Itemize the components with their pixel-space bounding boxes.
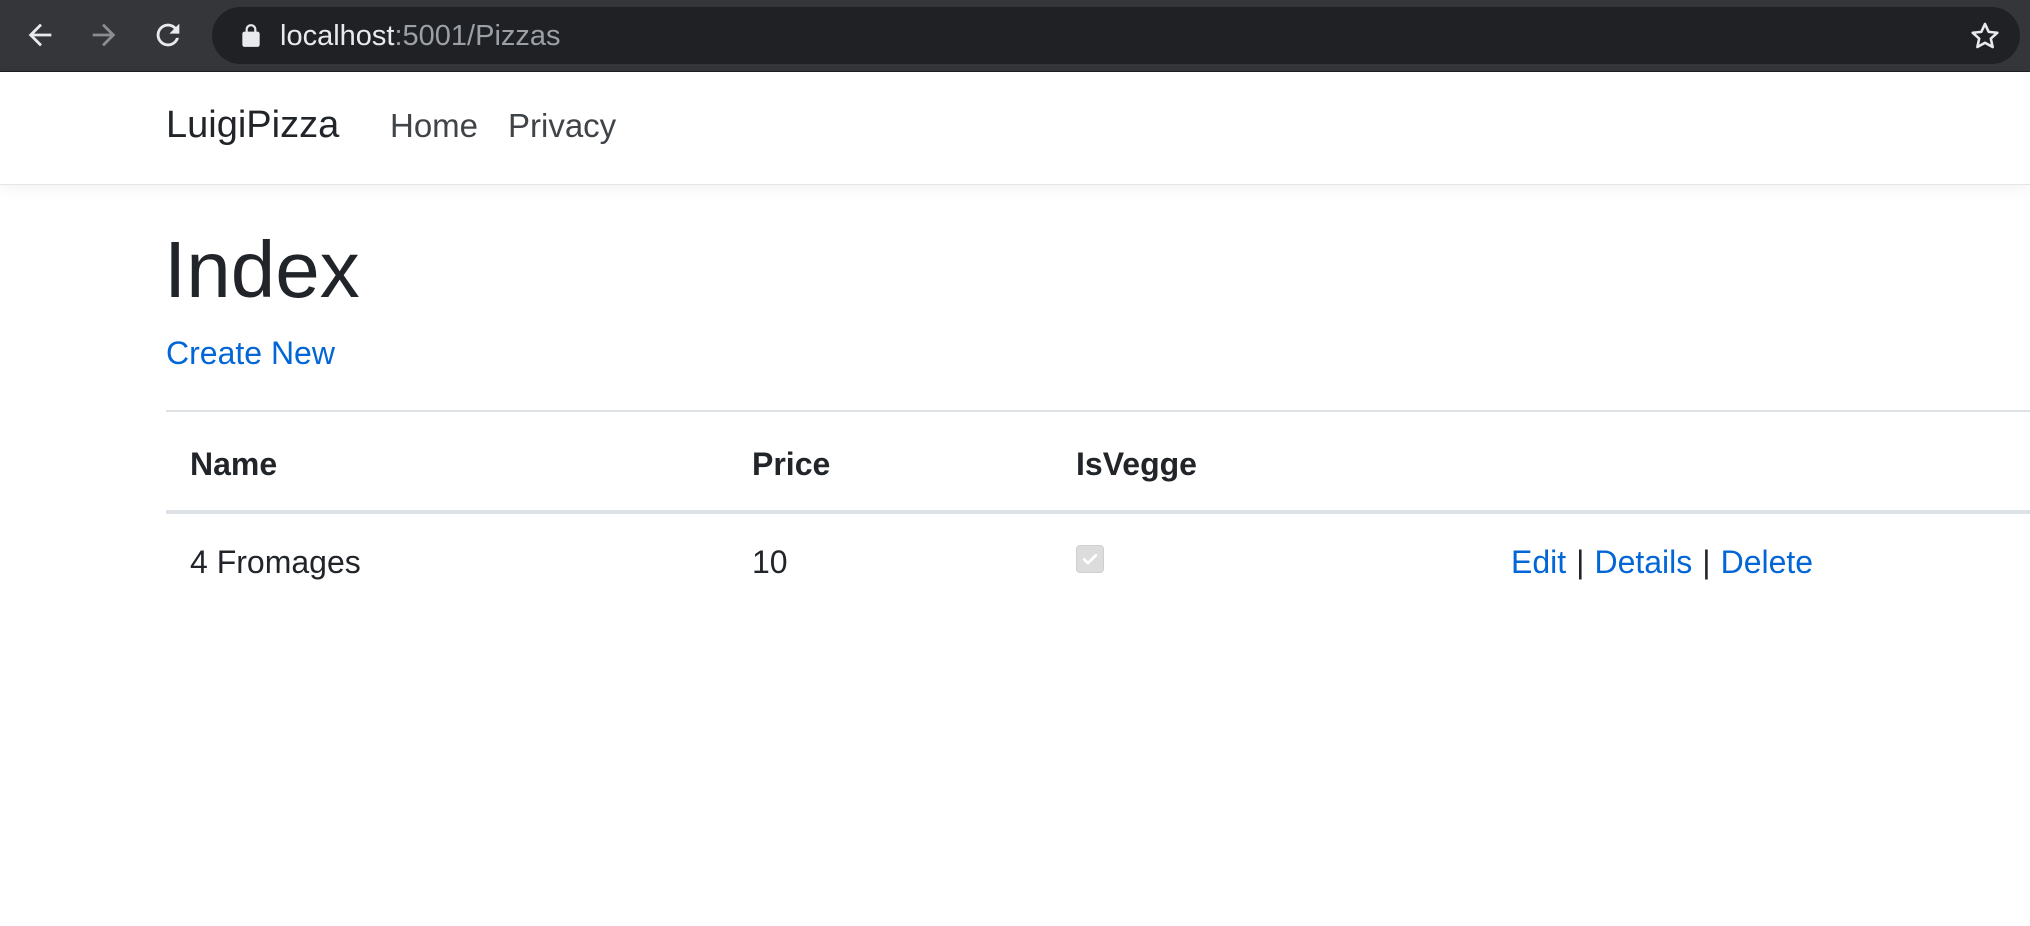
check-icon [1082,553,1098,565]
back-button[interactable] [18,13,62,57]
column-header-name: Name [190,446,278,482]
column-header-price: Price [752,446,831,482]
forward-button[interactable] [82,13,126,57]
address-bar[interactable]: localhost:5001/Pizzas [212,7,2020,64]
nav-link-privacy[interactable]: Privacy [508,107,616,145]
star-icon[interactable] [1968,19,2002,53]
url-path: :5001/Pizzas [394,20,561,52]
page-title: Index [164,225,360,314]
action-separator: | [1702,544,1711,580]
reload-button[interactable] [146,13,190,57]
brand-link[interactable]: LuigiPizza [166,104,339,147]
table-header-row: Name Price IsVegge [166,410,2030,514]
isvegge-checkbox [1076,545,1104,573]
nav-link-home[interactable]: Home [390,107,478,145]
table-row: 4 Fromages 10 Edit | Details | Delete [166,512,2030,608]
forward-arrow-icon [92,23,116,47]
site-navbar: LuigiPizza Home Privacy [0,72,2030,185]
cell-price: 10 [752,544,788,580]
row-actions: Edit | Details | Delete [1511,544,1813,581]
delete-link[interactable]: Delete [1721,544,1814,580]
url-host: localhost [280,20,395,52]
action-separator: | [1576,544,1585,580]
browser-toolbar: localhost:5001/Pizzas [0,0,2030,72]
column-header-isvegge: IsVegge [1076,446,1197,482]
cell-name: 4 Fromages [190,544,361,580]
create-new-link[interactable]: Create New [166,335,335,372]
reload-icon [156,23,180,47]
details-link[interactable]: Details [1594,544,1692,580]
lock-icon [242,24,260,47]
edit-link[interactable]: Edit [1511,544,1566,580]
url-text[interactable]: localhost:5001/Pizzas [280,20,561,52]
back-arrow-icon [28,23,52,47]
